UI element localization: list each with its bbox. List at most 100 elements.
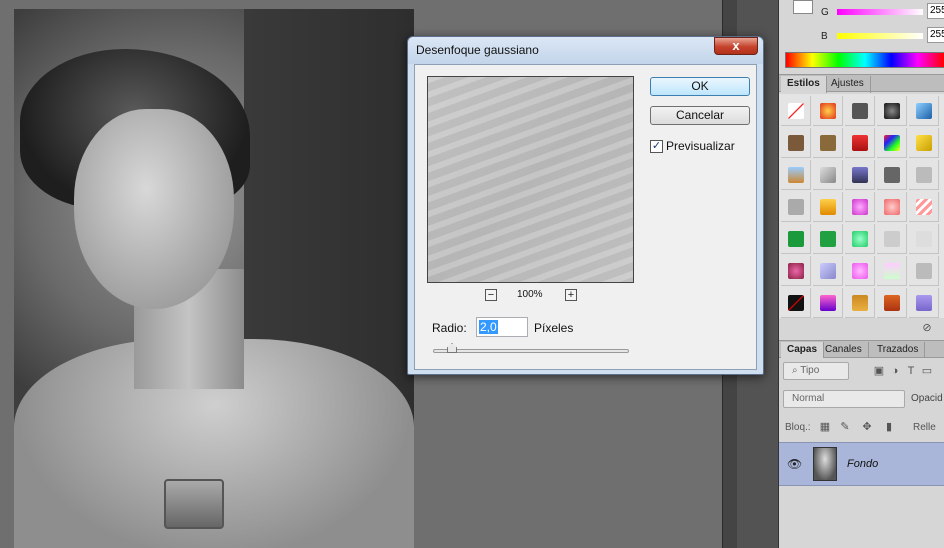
zoom-out-button[interactable]: − [485, 289, 497, 301]
style-preset-swatch [788, 231, 804, 247]
style-preset-swatch [916, 295, 932, 311]
radius-input[interactable]: 2,0 [476, 317, 528, 337]
delete-style-icon[interactable]: ⊘ [921, 322, 933, 334]
style-preset[interactable] [813, 160, 843, 190]
style-preset[interactable] [813, 224, 843, 254]
style-preset[interactable] [877, 160, 907, 190]
cancel-button[interactable]: Cancelar [650, 106, 750, 125]
type-filter-icon[interactable]: T [905, 365, 917, 377]
radius-value: 2,0 [479, 320, 498, 334]
filter-preview[interactable] [427, 76, 634, 283]
style-preset[interactable] [909, 288, 939, 318]
shape-filter-icon[interactable]: ▭ [921, 365, 933, 377]
blend-mode-select[interactable]: Normal [783, 390, 905, 408]
style-preset[interactable] [845, 160, 875, 190]
b-value-field[interactable]: 255 [927, 27, 944, 43]
fill-label: Relle [913, 422, 936, 433]
style-preset-swatch [788, 199, 804, 215]
checkbox-check-icon[interactable]: ✓ [650, 140, 663, 153]
style-preset-swatch [916, 135, 932, 151]
style-preset[interactable] [909, 256, 939, 286]
style-preset[interactable] [781, 288, 811, 318]
close-button[interactable]: x [714, 37, 758, 55]
style-preset-swatch [884, 103, 900, 119]
style-preset[interactable] [909, 96, 939, 126]
g-slider[interactable] [837, 9, 923, 15]
image-filter-icon[interactable]: ▣ [873, 365, 885, 377]
style-preset[interactable] [845, 192, 875, 222]
dialog-titlebar[interactable]: Desenfoque gaussiano x [408, 37, 763, 64]
style-preset[interactable] [909, 224, 939, 254]
eye-icon[interactable]: 👁 [787, 457, 802, 471]
tab-estilos[interactable]: Estilos [781, 76, 827, 93]
color-spectrum[interactable] [785, 52, 944, 68]
style-preset[interactable] [781, 96, 811, 126]
lock-all-icon[interactable]: ▮ [883, 421, 895, 433]
style-preset[interactable] [845, 288, 875, 318]
style-preset[interactable] [813, 288, 843, 318]
photo-image [14, 9, 414, 548]
style-preset[interactable] [813, 256, 843, 286]
radius-slider-thumb[interactable] [447, 343, 457, 353]
radius-label: Radio: [432, 321, 467, 335]
style-preset-swatch [788, 295, 804, 311]
style-preset[interactable] [813, 192, 843, 222]
style-preset[interactable] [877, 128, 907, 158]
style-preset[interactable] [909, 160, 939, 190]
layer-filter-select[interactable]: ⌕ Tipo [783, 362, 849, 380]
tab-ajustes[interactable]: Ajustes [825, 76, 871, 93]
ok-button[interactable]: OK [650, 77, 750, 96]
tab-canales[interactable]: Canales [819, 342, 869, 359]
style-preset[interactable] [877, 192, 907, 222]
styles-grid [779, 94, 944, 318]
right-panels: G 255 B 255 Estilos Ajustes ⊘ Capas Cana… [778, 0, 944, 548]
color-row-g: G 255 [779, 0, 944, 24]
style-preset[interactable] [877, 224, 907, 254]
g-label: G [821, 7, 829, 18]
tab-trazados[interactable]: Trazados [871, 342, 926, 359]
style-preset-swatch [884, 263, 900, 279]
style-preset[interactable] [781, 192, 811, 222]
style-preset-swatch [852, 231, 868, 247]
tab-capas[interactable]: Capas [781, 342, 825, 359]
style-preset[interactable] [877, 288, 907, 318]
preview-label: Previsualizar [666, 139, 735, 153]
style-preset[interactable] [845, 128, 875, 158]
style-preset-swatch [788, 167, 804, 183]
style-preset-swatch [916, 199, 932, 215]
style-preset[interactable] [845, 96, 875, 126]
g-value-field[interactable]: 255 [927, 3, 944, 19]
style-preset-swatch [884, 135, 900, 151]
style-preset[interactable] [781, 224, 811, 254]
styles-tabbar: Estilos Ajustes [779, 74, 944, 93]
style-preset[interactable] [781, 256, 811, 286]
style-preset-swatch [852, 167, 868, 183]
style-preset[interactable] [909, 192, 939, 222]
style-preset-swatch [852, 295, 868, 311]
style-preset-swatch [788, 135, 804, 151]
foreground-swatch[interactable] [793, 0, 813, 14]
layer-thumbnail [813, 447, 837, 481]
style-preset[interactable] [781, 160, 811, 190]
b-slider[interactable] [837, 33, 923, 39]
layer-row-fondo[interactable]: 👁 Fondo [779, 442, 944, 486]
style-preset-swatch [916, 263, 932, 279]
style-preset-swatch [820, 263, 836, 279]
style-preset[interactable] [877, 96, 907, 126]
style-preset-swatch [820, 231, 836, 247]
style-preset-swatch [788, 103, 804, 119]
style-preset[interactable] [813, 128, 843, 158]
style-preset[interactable] [909, 128, 939, 158]
style-preset[interactable] [845, 224, 875, 254]
lock-position-icon[interactable]: ✥ [861, 421, 873, 433]
lock-transparency-icon[interactable]: ▦ [819, 421, 831, 433]
adjustment-filter-icon[interactable]: ◑ [889, 365, 901, 377]
style-preset[interactable] [877, 256, 907, 286]
style-preset-swatch [884, 167, 900, 183]
style-preset[interactable] [781, 128, 811, 158]
radius-slider-track[interactable] [433, 349, 629, 353]
lock-paint-icon[interactable]: ✎ [839, 421, 851, 433]
style-preset[interactable] [845, 256, 875, 286]
style-preset[interactable] [813, 96, 843, 126]
zoom-in-button[interactable]: + [565, 289, 577, 301]
